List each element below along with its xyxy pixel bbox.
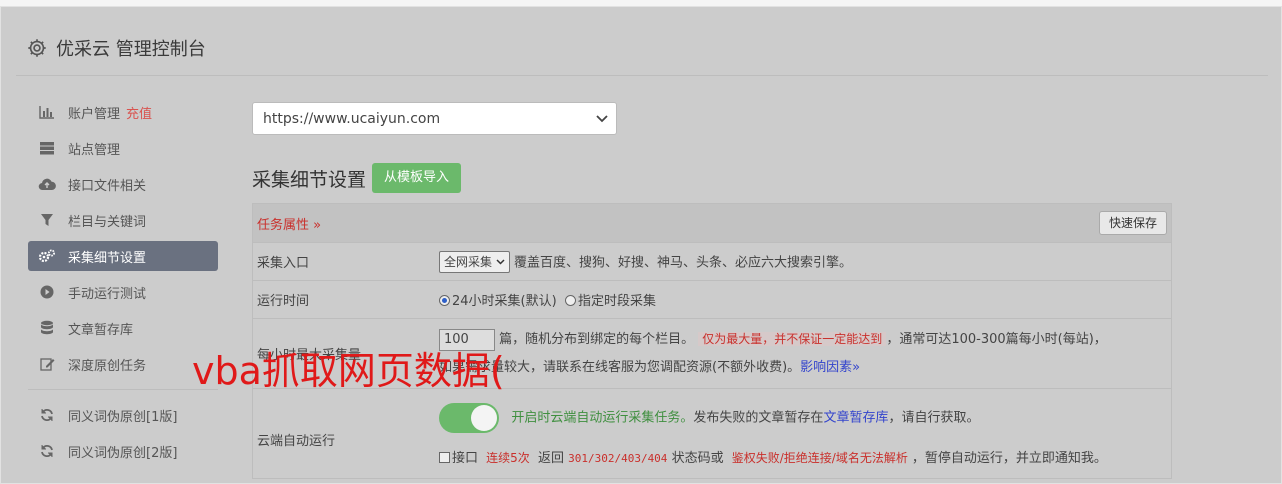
chevron-down-icon [496,258,505,265]
database-icon [38,320,56,336]
row-time: 运行时间 24小时采集(默认) 指定时段采集 [253,280,1171,318]
row-cloud: 云端自动运行 开启时云端自动运行采集任务。发布失败的文章暂存在文章暂存库，请自行… [253,388,1171,478]
article-store-link[interactable]: 文章暂存库 [823,411,888,426]
section-title: 采集细节设置 [252,168,367,191]
sidebar-item-label: 文章暂存库 [68,322,134,338]
app-title: 优采云 管理控制台 [56,38,206,60]
bar-chart-icon [38,104,56,120]
iface-text-4: ，暂停自动运行，并立即通知我。 [911,451,1107,466]
sidebar-divider [28,389,218,390]
radio-scheduled[interactable] [564,295,576,306]
cloud-content: 开启时云端自动运行采集任务。发布失败的文章暂存在文章暂存库，请自行获取。 接口 … [439,389,1171,478]
sidebar: 账户管理 充值 站点管理 接口文件相关 栏目与关键词 采集细节设置 手动运行测试 [28,97,218,472]
sidebar-item-label: 手动运行测试 [68,286,147,302]
sidebar-item-label: 同义词伪原创[1版] [68,409,178,425]
panel-title[interactable]: 任务属性 » [257,214,321,233]
cloud-auto-run-toggle[interactable] [439,403,499,433]
entry-content: 全网采集 覆盖百度、搜狗、好搜、神马、头条、必应六大搜索引擎。 [439,243,1171,280]
sidebar-item-label: 账户管理 [68,106,121,122]
iface-status-codes: 301/302/403/404 [568,452,668,465]
max-content: 100 篇，随机分布到绑定的每个栏目。 仅为最大量，并不保证一定能达到 ，通常可达… [439,319,1171,388]
cloud-text-1: 开启时云端自动运行采集任务。 [511,410,694,426]
iface-text-2: 返回 [537,451,564,466]
sidebar-item-label: 采集细节设置 [68,250,147,266]
radio-24h-label: 24小时采集(默认) [452,294,557,309]
time-content: 24小时采集(默认) 指定时段采集 [439,281,1171,318]
interface-fail-checkbox[interactable] [439,452,450,463]
iface-highlight-1: 连续5次 [486,451,530,465]
sidebar-item-synonym-v1[interactable]: 同义词伪原创[1版] [28,400,218,430]
radio-24h[interactable] [439,295,450,306]
entry-select[interactable]: 全网采集 [439,250,510,273]
iface-highlight-3: 鉴权失败/拒绝连接/域名无法解析 [731,451,908,465]
site-select-value: https://www.ucaiyun.com [263,110,441,127]
sidebar-item-collect-settings[interactable]: 采集细节设置 [28,241,218,271]
iface-text-1: 接口 [452,451,479,466]
sidebar-item-account[interactable]: 账户管理 充值 [28,97,218,127]
max-text-1: 篇，随机分布到绑定的每个栏目。 [499,332,695,347]
recharge-link[interactable]: 充值 [126,103,152,122]
play-circle-icon [38,284,56,300]
sidebar-item-deep-original[interactable]: 深度原创任务 [28,349,218,379]
time-label: 运行时间 [257,294,310,309]
sidebar-item-label: 栏目与关键词 [68,214,147,230]
entry-desc: 覆盖百度、搜狗、好搜、神马、头条、必应六大搜索引擎。 [513,255,852,270]
sidebar-item-sites[interactable]: 站点管理 [28,133,218,163]
server-icon [38,140,56,156]
filter-icon [38,212,56,228]
cloud-label: 云端自动运行 [257,434,336,449]
cloud-text-3: ，请自行获取。 [888,410,980,426]
iface-text-3: 状态码或 [671,451,724,466]
radio-scheduled-label: 指定时段采集 [577,294,656,309]
factors-link-text: 影响因素 [800,360,853,375]
sidebar-item-article-store[interactable]: 文章暂存库 [28,313,218,343]
max-text-2: ，通常可达100-300篇每小时(每站)， [886,332,1107,347]
import-template-button[interactable]: 从模板导入 [372,163,462,193]
app-header: 优采云 管理控制台 [16,20,1268,76]
sidebar-item-keywords[interactable]: 栏目与关键词 [28,205,218,235]
quick-save-button[interactable]: 快速保存 [1098,211,1167,235]
section-header: 采集细节设置 从模板导入 [252,163,1172,193]
sidebar-item-label: 深度原创任务 [68,358,147,374]
refresh-icon [38,443,56,459]
chevron-down-icon [596,114,608,122]
main-content: https://www.ucaiyun.com 采集细节设置 从模板导入 任务属… [252,102,1172,479]
site-select[interactable]: https://www.ucaiyun.com [252,102,617,135]
watermark-overlay: vba抓取网页数据( [192,349,505,393]
row-entry: 采集入口 全网采集 覆盖百度、搜狗、好搜、神马、头条、必应六大搜索引擎。 [253,242,1171,280]
cloud-text-2: 发布失败的文章暂存在 [693,410,824,426]
panel-header: 任务属性 » 快速保存 [253,204,1171,242]
max-highlight: 仅为最大量，并不保证一定能达到 [698,332,887,346]
sidebar-item-synonym-v2[interactable]: 同义词伪原创[2版] [28,436,218,466]
entry-label: 采集入口 [257,256,310,271]
sidebar-item-label: 同义词伪原创[2版] [68,445,178,461]
sidebar-item-manual-run[interactable]: 手动运行测试 [28,277,218,307]
cloud-upload-icon [38,176,56,192]
double-chevron-down-icon: » [313,217,322,233]
entry-select-value: 全网采集 [444,255,493,269]
sidebar-item-label: 接口文件相关 [68,178,147,194]
panel-title-text: 任务属性 [257,217,310,233]
gears-icon [38,248,56,264]
factors-link[interactable]: 影响因素» [800,360,860,375]
gear-icon [28,38,46,57]
sidebar-item-interface[interactable]: 接口文件相关 [28,169,218,199]
sidebar-item-label: 站点管理 [68,142,121,158]
refresh-icon [38,407,56,423]
edit-icon [38,356,56,372]
double-chevron-down-icon: » [852,360,861,375]
